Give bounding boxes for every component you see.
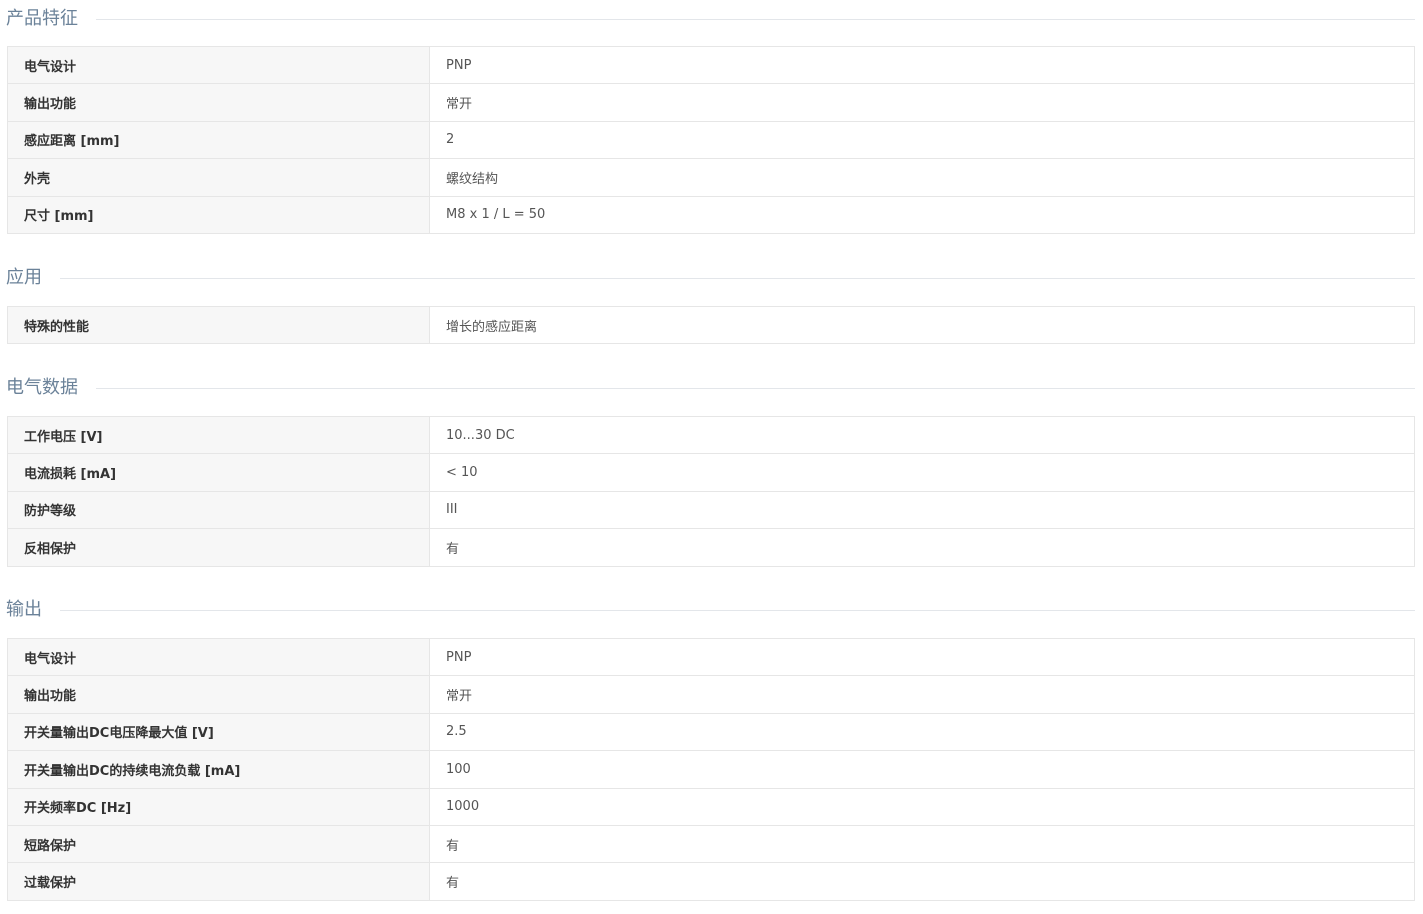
spec-table: 特殊的性能 增长的感应距离 — [7, 305, 1415, 345]
row-label: 过载保护 — [7, 862, 430, 901]
table-row: 外壳 螺纹结构 — [7, 158, 1415, 197]
row-value: M8 x 1 / L = 50 — [429, 195, 1415, 234]
spec-table: 电气设计 PNP 输出功能 常开 开关量输出DC电压降最大值 [V] 2.5 开… — [7, 637, 1415, 901]
row-label: 尺寸 [mm] — [7, 195, 430, 234]
table-row: 工作电压 [V] 10...30 DC — [7, 415, 1415, 455]
table-row: 电气设计 PNP — [7, 45, 1415, 85]
row-value: 有 — [429, 528, 1415, 567]
table-row: 短路保护 有 — [7, 824, 1415, 864]
row-value: III — [429, 490, 1415, 530]
table-row: 输出功能 常开 — [7, 675, 1415, 714]
table-row: 开关频率DC [Hz] 1000 — [7, 787, 1415, 826]
table-row: 开关量输出DC电压降最大值 [V] 2.5 — [7, 712, 1415, 752]
section-divider — [60, 277, 1415, 279]
row-value: PNP — [429, 45, 1415, 85]
row-label: 外壳 — [7, 158, 430, 197]
table-row: 尺寸 [mm] M8 x 1 / L = 50 — [7, 195, 1415, 234]
section-title: 输出 — [6, 599, 42, 620]
spec-table: 电气设计 PNP 输出功能 常开 感应距离 [mm] 2 外壳 螺纹结构 尺寸 … — [7, 45, 1415, 234]
row-label: 开关量输出DC电压降最大值 [V] — [7, 712, 430, 752]
row-label: 反相保护 — [7, 528, 430, 567]
row-label: 输出功能 — [7, 83, 430, 122]
row-value: 2.5 — [429, 712, 1415, 752]
section-product-features: 产品特征 电气设计 PNP 输出功能 常开 感应距离 [mm] 2 外壳 螺纹结… — [0, 0, 1423, 234]
table-row: 反相保护 有 — [7, 528, 1415, 567]
table-row: 开关量输出DC的持续电流负载 [mA] 100 — [7, 750, 1415, 789]
section-header: 电气数据 — [0, 369, 1423, 407]
row-value: 2 — [429, 120, 1415, 160]
section-title: 电气数据 — [6, 377, 78, 398]
row-value: 常开 — [429, 675, 1415, 714]
row-label: 短路保护 — [7, 824, 430, 864]
section-electrical-data: 电气数据 工作电压 [V] 10...30 DC 电流损耗 [mA] < 10 … — [0, 369, 1423, 567]
row-value: 有 — [429, 824, 1415, 864]
section-divider — [96, 387, 1415, 389]
table-row: 电气设计 PNP — [7, 637, 1415, 677]
row-label: 防护等级 — [7, 490, 430, 530]
row-label: 感应距离 [mm] — [7, 120, 430, 160]
row-label: 特殊的性能 — [7, 305, 430, 345]
section-header: 产品特征 — [0, 0, 1423, 38]
table-row: 防护等级 III — [7, 490, 1415, 530]
row-value: 螺纹结构 — [429, 158, 1415, 197]
section-divider — [60, 609, 1415, 611]
row-value: < 10 — [429, 453, 1415, 492]
row-label: 电气设计 — [7, 637, 430, 677]
section-title: 应用 — [6, 267, 42, 288]
section-title: 产品特征 — [6, 8, 78, 29]
row-label: 开关频率DC [Hz] — [7, 787, 430, 826]
row-label: 电流损耗 [mA] — [7, 453, 430, 492]
table-row: 感应距离 [mm] 2 — [7, 120, 1415, 160]
table-row: 特殊的性能 增长的感应距离 — [7, 305, 1415, 345]
section-header: 应用 — [0, 259, 1423, 297]
row-value: 增长的感应距离 — [429, 305, 1415, 345]
spec-table: 工作电压 [V] 10...30 DC 电流损耗 [mA] < 10 防护等级 … — [7, 415, 1415, 567]
row-value: 1000 — [429, 787, 1415, 826]
row-value: PNP — [429, 637, 1415, 677]
row-label: 电气设计 — [7, 45, 430, 85]
table-row: 电流损耗 [mA] < 10 — [7, 453, 1415, 492]
section-application: 应用 特殊的性能 增长的感应距离 — [0, 259, 1423, 345]
row-value: 常开 — [429, 83, 1415, 122]
row-value: 有 — [429, 862, 1415, 901]
table-row: 过载保护 有 — [7, 862, 1415, 901]
row-value: 100 — [429, 750, 1415, 789]
section-divider — [96, 18, 1415, 20]
section-output: 输出 电气设计 PNP 输出功能 常开 开关量输出DC电压降最大值 [V] 2.… — [0, 591, 1423, 901]
row-label: 开关量输出DC的持续电流负载 [mA] — [7, 750, 430, 789]
row-label: 工作电压 [V] — [7, 415, 430, 455]
row-value: 10...30 DC — [429, 415, 1415, 455]
table-row: 输出功能 常开 — [7, 83, 1415, 122]
row-label: 输出功能 — [7, 675, 430, 714]
section-header: 输出 — [0, 591, 1423, 629]
